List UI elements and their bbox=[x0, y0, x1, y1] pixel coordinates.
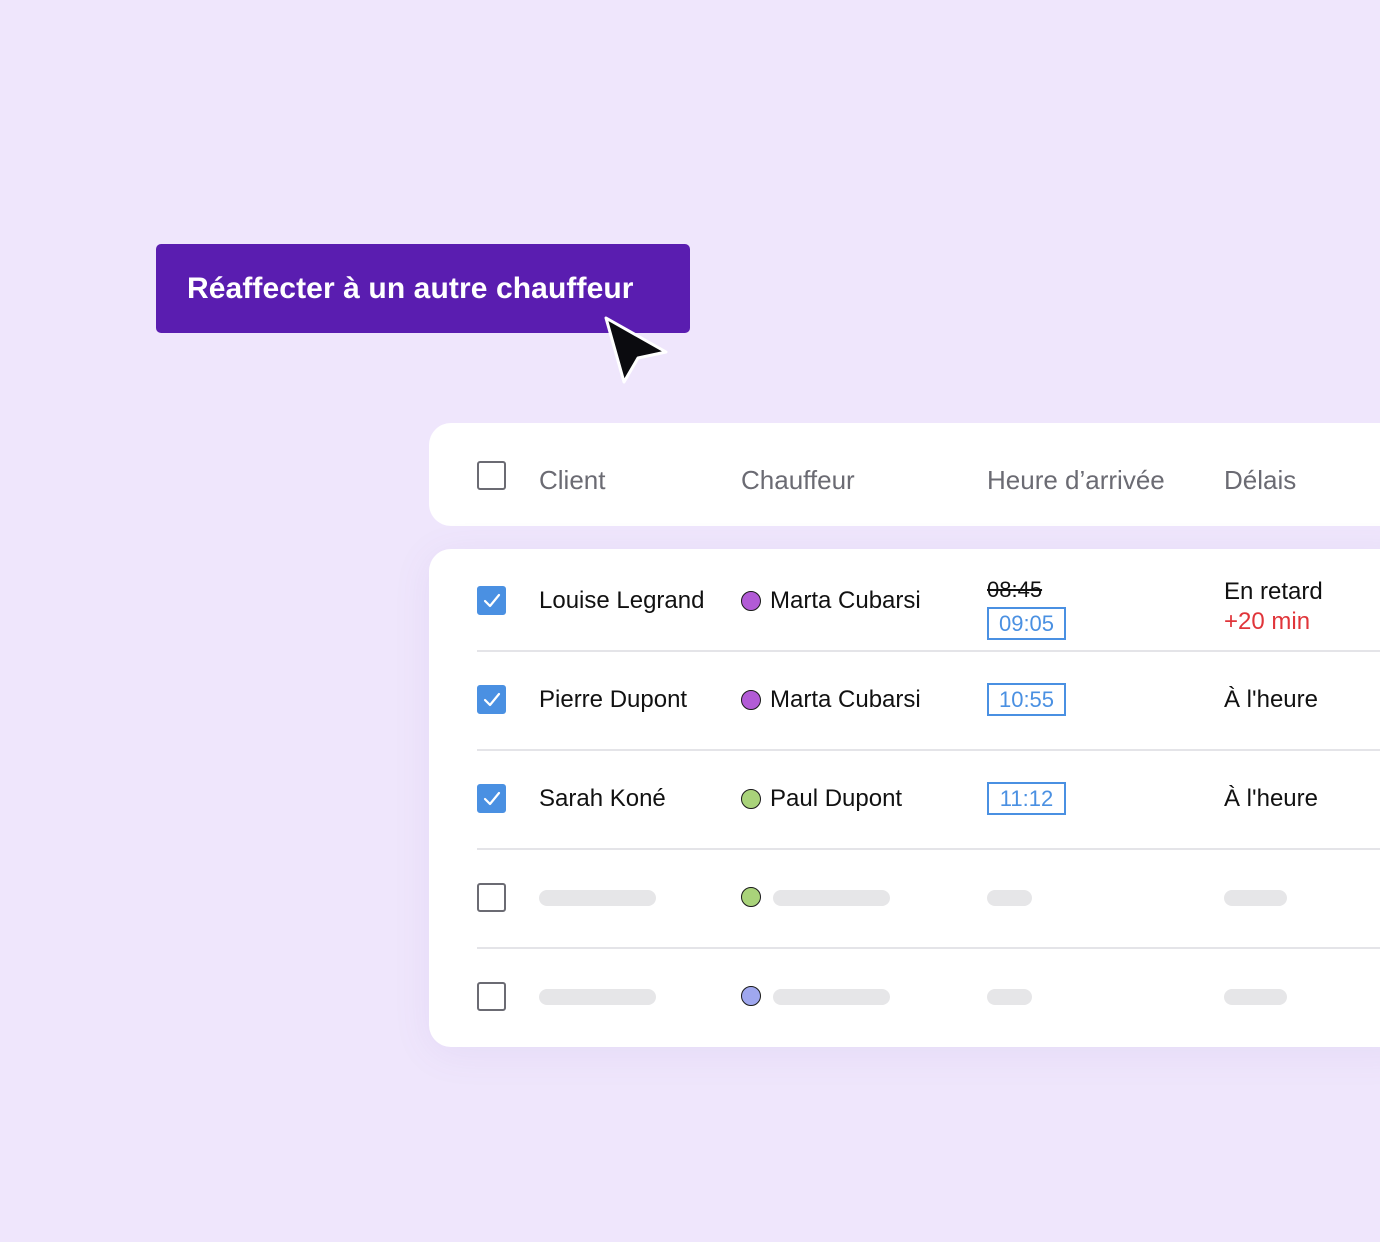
row-checkbox[interactable] bbox=[477, 685, 506, 714]
client-placeholder bbox=[539, 890, 656, 906]
check-icon bbox=[483, 593, 501, 608]
time-placeholder bbox=[987, 890, 1032, 906]
driver-color-dot bbox=[741, 789, 761, 809]
delay-status: En retard bbox=[1224, 578, 1323, 605]
check-icon bbox=[483, 692, 501, 707]
delay-status: À l'heure bbox=[1224, 686, 1318, 713]
time-placeholder bbox=[987, 989, 1032, 1005]
driver-placeholder bbox=[773, 890, 890, 906]
driver-name: Marta Cubarsi bbox=[770, 587, 921, 614]
driver-placeholder bbox=[773, 989, 890, 1005]
driver-color-dot bbox=[741, 690, 761, 710]
column-header-arrival[interactable]: Heure d’arrivée bbox=[987, 463, 1165, 497]
arrival-time[interactable]: 10:55 bbox=[987, 683, 1066, 716]
table-row-placeholder[interactable] bbox=[429, 849, 1380, 949]
column-header-driver[interactable]: Chauffeur bbox=[741, 463, 855, 497]
client-name: Sarah Koné bbox=[539, 785, 666, 812]
table-body: Louise Legrand Marta Cubarsi 08:45 09:05… bbox=[429, 549, 1380, 1047]
table-row[interactable]: Sarah Koné Paul Dupont 11:12 À l'heure bbox=[429, 750, 1380, 850]
driver-color-dot bbox=[741, 887, 761, 907]
table-row-placeholder[interactable] bbox=[429, 948, 1380, 1047]
row-checkbox[interactable] bbox=[477, 982, 506, 1011]
status-placeholder bbox=[1224, 890, 1287, 906]
status-placeholder bbox=[1224, 989, 1287, 1005]
delay-status: À l'heure bbox=[1224, 785, 1318, 812]
client-name: Pierre Dupont bbox=[539, 686, 688, 713]
original-arrival-time: 08:45 bbox=[987, 577, 1043, 602]
driver-name: Marta Cubarsi bbox=[770, 686, 921, 713]
reassign-driver-label: Réaffecter à un autre chauffeur bbox=[187, 271, 634, 305]
row-checkbox[interactable] bbox=[477, 883, 506, 912]
arrival-time[interactable]: 09:05 bbox=[987, 607, 1066, 640]
driver-name: Paul Dupont bbox=[770, 785, 903, 812]
cursor-arrow-icon bbox=[604, 316, 668, 384]
driver-color-dot bbox=[741, 986, 761, 1006]
column-header-delay[interactable]: Délais bbox=[1224, 463, 1296, 497]
check-icon bbox=[483, 791, 501, 806]
delay-amount: +20 min bbox=[1224, 608, 1311, 635]
table-header: Client Chauffeur Heure d’arrivée Délais bbox=[429, 423, 1380, 526]
driver-color-dot bbox=[741, 591, 761, 611]
client-placeholder bbox=[539, 989, 656, 1005]
select-all-checkbox[interactable] bbox=[477, 461, 506, 490]
column-header-client[interactable]: Client bbox=[539, 463, 605, 497]
row-checkbox[interactable] bbox=[477, 784, 506, 813]
arrival-time[interactable]: 11:12 bbox=[987, 782, 1066, 815]
client-name: Louise Legrand bbox=[539, 587, 705, 614]
table-row[interactable]: Pierre Dupont Marta Cubarsi 10:55 À l'he… bbox=[429, 651, 1380, 751]
table-row[interactable]: Louise Legrand Marta Cubarsi 08:45 09:05… bbox=[429, 552, 1380, 652]
row-checkbox[interactable] bbox=[477, 586, 506, 615]
